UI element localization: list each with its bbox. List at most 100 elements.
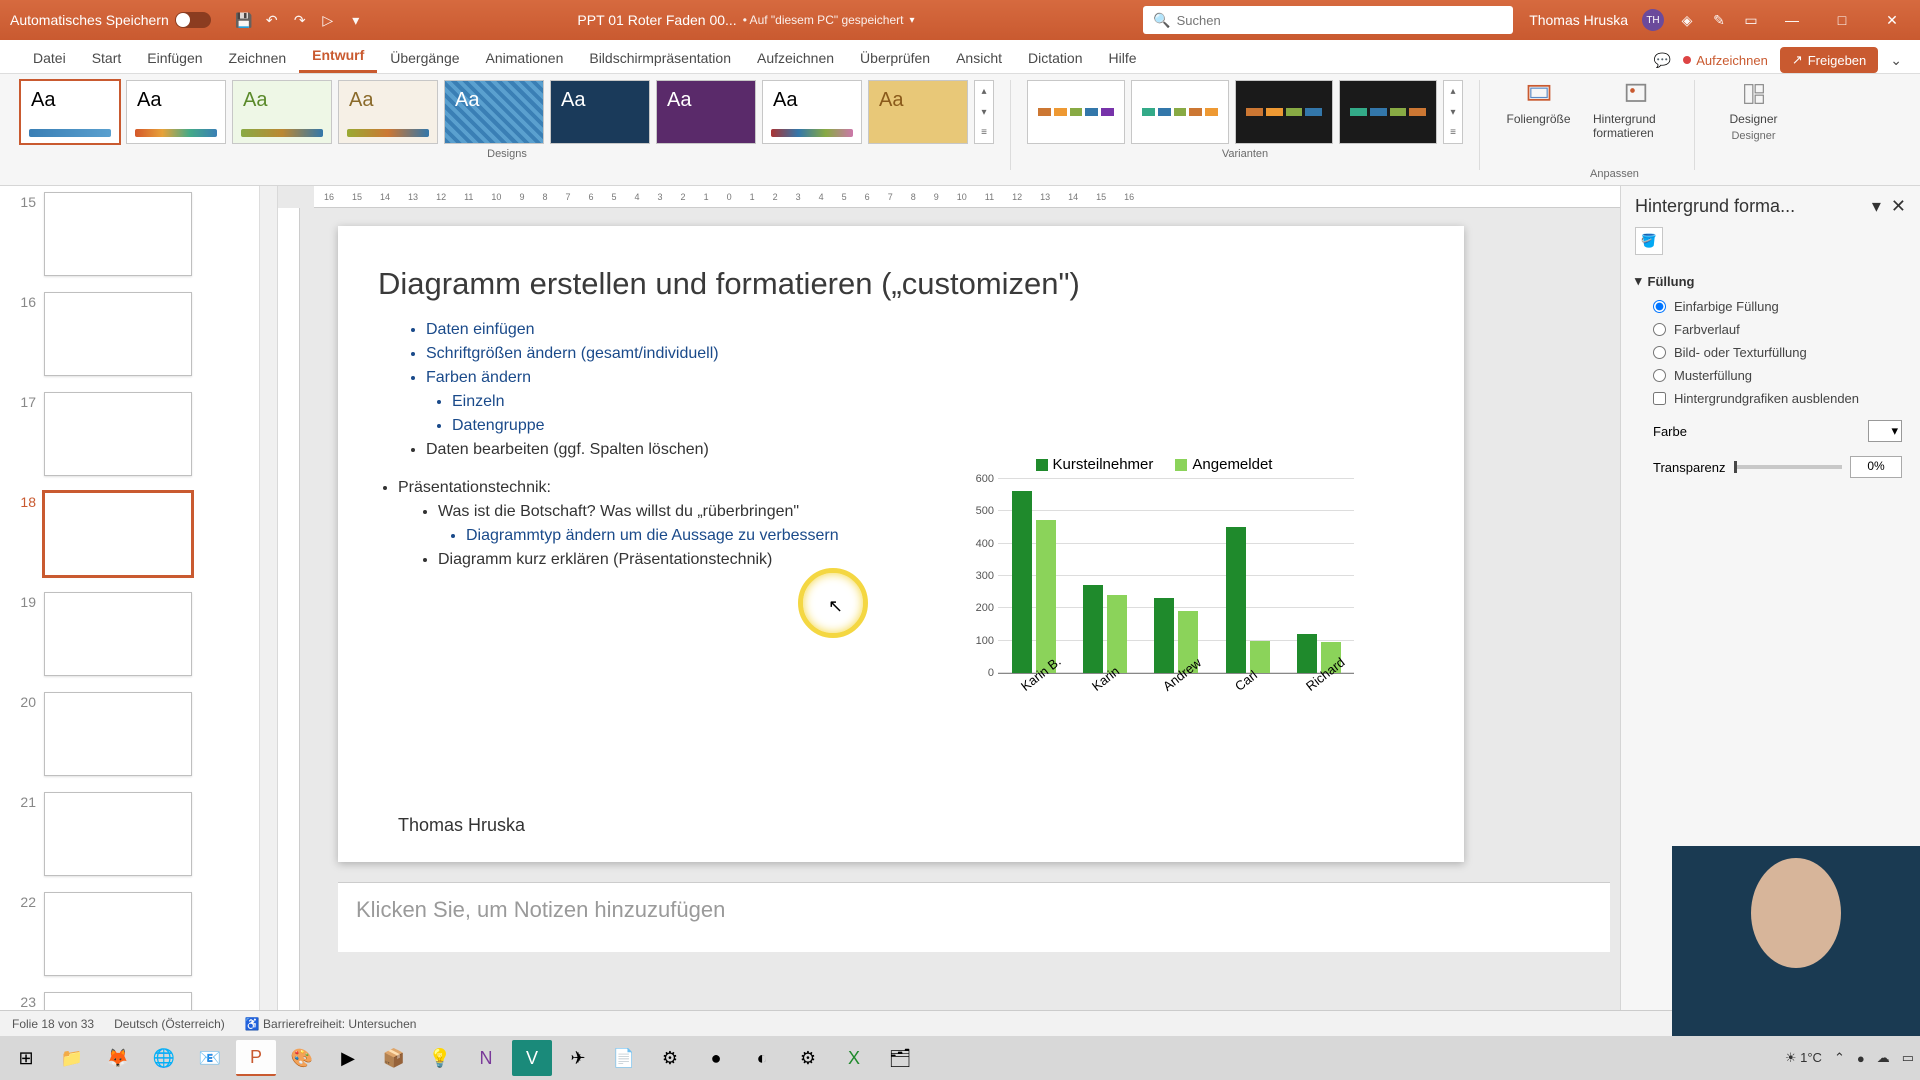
slide-counter[interactable]: Folie 18 von 33	[12, 1017, 94, 1031]
tab-entwurf[interactable]: Entwurf	[299, 40, 377, 73]
redo-icon[interactable]: ↷	[291, 11, 309, 29]
transparency-slider[interactable]	[1734, 465, 1843, 469]
tab-start[interactable]: Start	[79, 43, 135, 73]
variant-gallery-more[interactable]: ▴▾≡	[1443, 80, 1463, 144]
tab-einfuegen[interactable]: Einfügen	[134, 43, 215, 73]
outlook-icon[interactable]: 📧	[190, 1040, 230, 1076]
design-theme-8[interactable]: Aa	[762, 80, 862, 144]
pane-options-icon[interactable]: ▾	[1872, 196, 1881, 216]
telegram-icon[interactable]: ✈	[558, 1040, 598, 1076]
user-avatar[interactable]: TH	[1642, 9, 1664, 31]
fill-picture-radio[interactable]: Bild- oder Texturfüllung	[1635, 341, 1906, 364]
tab-aufzeichnen[interactable]: Aufzeichnen	[744, 43, 847, 73]
firefox-icon[interactable]: 🦊	[98, 1040, 138, 1076]
chrome-icon[interactable]: 🌐	[144, 1040, 184, 1076]
slide-size-button[interactable]: Foliengröße	[1496, 80, 1581, 126]
more-icon[interactable]: ▾	[347, 11, 365, 29]
design-gallery[interactable]: Aa Aa Aa Aa Aa Aa Aa Aa Aa ▴▾≡	[20, 80, 994, 144]
tab-uebergaenge[interactable]: Übergänge	[377, 43, 472, 73]
tab-zeichnen[interactable]: Zeichnen	[216, 43, 300, 73]
slide-thumbnail-16[interactable]: 16	[14, 292, 253, 376]
variant-2[interactable]	[1131, 80, 1229, 144]
slide-thumbnail-20[interactable]: 20	[14, 692, 253, 776]
save-icon[interactable]: 💾	[235, 11, 253, 29]
fill-pattern-radio[interactable]: Musterfüllung	[1635, 364, 1906, 387]
pane-close-icon[interactable]: ✕	[1891, 196, 1906, 216]
tab-hilfe[interactable]: Hilfe	[1095, 43, 1149, 73]
design-theme-9[interactable]: Aa	[868, 80, 968, 144]
design-theme-1[interactable]: Aa	[20, 80, 120, 144]
autosave-toggle[interactable]: Automatisches Speichern	[10, 12, 211, 28]
variant-3[interactable]	[1235, 80, 1333, 144]
app-icon-6[interactable]: ⚙	[650, 1040, 690, 1076]
file-explorer-icon[interactable]: 📁	[52, 1040, 92, 1076]
app-icon-3[interactable]: 💡	[420, 1040, 460, 1076]
powerpoint-icon[interactable]: P	[236, 1040, 276, 1076]
slide-title[interactable]: Diagramm erstellen und formatieren („cus…	[338, 226, 1464, 318]
notes-placeholder[interactable]: Klicken Sie, um Notizen hinzuzufügen	[338, 882, 1610, 952]
app-icon-7[interactable]: ●	[696, 1040, 736, 1076]
tab-bildschirmpraesentation[interactable]: Bildschirmpräsentation	[576, 43, 744, 73]
tray-chevron-icon[interactable]: ⌃	[1834, 1050, 1845, 1066]
hide-bg-graphics-checkbox[interactable]: Hintergrundgrafiken ausblenden	[1635, 387, 1906, 410]
slide-canvas[interactable]: Diagramm erstellen und formatieren („cus…	[338, 226, 1464, 862]
undo-icon[interactable]: ↶	[263, 11, 281, 29]
search-input[interactable]	[1177, 13, 1504, 28]
maximize-button[interactable]: □	[1824, 12, 1860, 28]
weather-widget[interactable]: ☀ 1°C	[1785, 1050, 1822, 1066]
tray-cloud-icon[interactable]: ☁	[1877, 1050, 1890, 1066]
designer-button[interactable]: Designer	[1711, 80, 1796, 126]
design-gallery-more[interactable]: ▴▾≡	[974, 80, 994, 144]
design-theme-2[interactable]: Aa	[126, 80, 226, 144]
slide-thumbnail-21[interactable]: 21	[14, 792, 253, 876]
thumbnail-scrollbar[interactable]	[259, 186, 277, 1010]
fill-solid-radio[interactable]: Einfarbige Füllung	[1635, 295, 1906, 318]
slide-thumbnail-17[interactable]: 17	[14, 392, 253, 476]
vlc-icon[interactable]: ▶	[328, 1040, 368, 1076]
excel-icon[interactable]: X	[834, 1040, 874, 1076]
diamond-icon[interactable]: ◈	[1678, 11, 1696, 29]
variant-gallery[interactable]: ▴▾≡	[1027, 80, 1463, 144]
pen-icon[interactable]: ✎	[1710, 11, 1728, 29]
app-icon-2[interactable]: 📦	[374, 1040, 414, 1076]
tray-icon-1[interactable]: ●	[1857, 1051, 1865, 1066]
collapse-ribbon-icon[interactable]: ⌄	[1890, 52, 1902, 69]
slide-thumbnail-19[interactable]: 19	[14, 592, 253, 676]
search-box[interactable]: 🔍	[1143, 6, 1513, 34]
app-icon-5[interactable]: 📄	[604, 1040, 644, 1076]
design-theme-7[interactable]: Aa	[656, 80, 756, 144]
record-button[interactable]: Aufzeichnen	[1683, 53, 1768, 68]
minimize-button[interactable]: —	[1774, 12, 1810, 28]
tab-ueberpruefen[interactable]: Überprüfen	[847, 43, 943, 73]
tray-icon-2[interactable]: ▭	[1902, 1050, 1914, 1066]
fill-section-header[interactable]: ▾Füllung	[1635, 267, 1906, 295]
accessibility-check[interactable]: ♿ Barrierefreiheit: Untersuchen	[245, 1017, 417, 1031]
variant-4[interactable]	[1339, 80, 1437, 144]
tab-ansicht[interactable]: Ansicht	[943, 43, 1015, 73]
start-menu-icon[interactable]: ⊞	[6, 1040, 46, 1076]
variant-1[interactable]	[1027, 80, 1125, 144]
comments-icon[interactable]: 💬	[1654, 52, 1671, 69]
format-background-button[interactable]: Hintergrund formatieren	[1593, 80, 1678, 140]
design-theme-6[interactable]: Aa	[550, 80, 650, 144]
design-theme-5[interactable]: Aa	[444, 80, 544, 144]
settings-icon[interactable]: ⚙	[788, 1040, 828, 1076]
close-button[interactable]: ✕	[1874, 12, 1910, 29]
fill-gradient-radio[interactable]: Farbverlauf	[1635, 318, 1906, 341]
slide-thumbnail-15[interactable]: 15	[14, 192, 253, 276]
tab-dictation[interactable]: Dictation	[1015, 43, 1095, 73]
app-icon-9[interactable]: 🗂	[880, 1040, 920, 1076]
language-indicator[interactable]: Deutsch (Österreich)	[114, 1017, 225, 1031]
slide-thumbnail-23[interactable]: 23	[14, 992, 253, 1010]
design-theme-4[interactable]: Aa	[338, 80, 438, 144]
fill-color-picker[interactable]: ▾	[1868, 420, 1902, 442]
start-from-beginning-icon[interactable]: ▷	[319, 11, 337, 29]
transparency-value[interactable]: 0%	[1850, 456, 1902, 478]
save-status-chevron-icon[interactable]: ▾	[910, 15, 915, 26]
tab-datei[interactable]: Datei	[20, 43, 79, 73]
app-icon-1[interactable]: 🎨	[282, 1040, 322, 1076]
app-icon-4[interactable]: V	[512, 1040, 552, 1076]
slide-chart[interactable]: Kursteilnehmer Angemeldet 01002003004005…	[954, 456, 1354, 756]
onenote-icon[interactable]: N	[466, 1040, 506, 1076]
design-theme-3[interactable]: Aa	[232, 80, 332, 144]
